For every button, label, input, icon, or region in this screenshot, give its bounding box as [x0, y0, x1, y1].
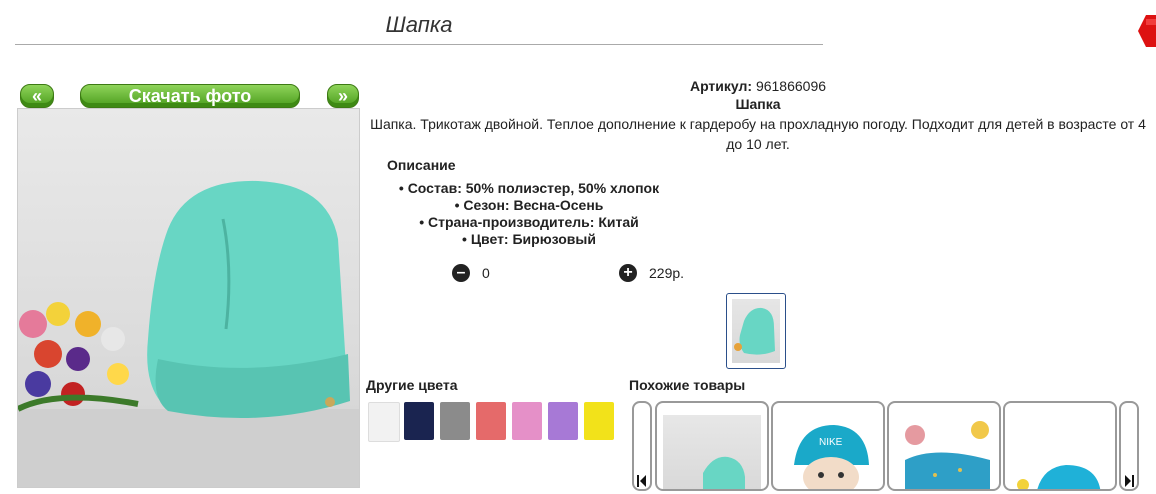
color-swatch[interactable] — [440, 402, 470, 440]
chevron-left-icon — [637, 475, 646, 487]
download-photo-button[interactable]: Скачать фото — [80, 84, 300, 108]
close-icon[interactable] — [1138, 15, 1156, 47]
minus-circle-icon[interactable]: – — [452, 264, 470, 282]
product-photo[interactable] — [17, 108, 360, 488]
quantity-value: 0 — [482, 265, 490, 281]
svg-text:NIKE: NIKE — [819, 437, 843, 448]
color-swatch[interactable] — [404, 402, 434, 440]
product-name: Шапка — [735, 96, 781, 112]
price-control: + 229р. — [619, 264, 684, 282]
color-swatch[interactable] — [368, 402, 400, 442]
property-item: • Состав: 50% полиэстер, 50% хлопок — [398, 180, 660, 196]
other-colors-heading: Другие цвета — [366, 377, 458, 393]
similar-product-card[interactable] — [655, 401, 769, 491]
properties-list: • Состав: 50% полиэстер, 50% хлопок • Се… — [364, 180, 694, 248]
page-title: Шапка — [15, 12, 823, 45]
prev-photo-button[interactable]: « — [20, 84, 54, 108]
color-swatch[interactable] — [512, 402, 542, 440]
similar-product-card[interactable] — [887, 401, 1001, 491]
carousel-next-button[interactable] — [1119, 401, 1139, 491]
product-description: Шапка. Трикотаж двойной. Теплое дополнен… — [370, 116, 1146, 152]
article-label: Артикул: — [689, 78, 753, 94]
color-swatch[interactable] — [584, 402, 614, 440]
article-value: 961866096 — [755, 78, 827, 94]
similar-product-card[interactable]: NIKE — [771, 401, 885, 491]
property-item: • Цвет: Бирюзовый — [462, 231, 596, 247]
similar-product-card[interactable] — [1003, 401, 1117, 491]
quantity-control: – 0 — [452, 264, 490, 282]
color-swatch[interactable] — [548, 402, 578, 440]
color-swatch[interactable] — [476, 402, 506, 440]
similar-products-heading: Похожие товары — [629, 377, 746, 393]
carousel-prev-button[interactable] — [632, 401, 652, 491]
description-heading: Описание — [387, 157, 456, 173]
hat-image — [18, 180, 359, 487]
next-photo-button[interactable]: » — [327, 84, 359, 108]
chevron-right-icon — [1125, 475, 1134, 487]
property-item: • Страна-производитель: Китай — [419, 214, 639, 230]
plus-circle-icon[interactable]: + — [619, 264, 637, 282]
property-item: • Сезон: Весна-Осень — [454, 197, 604, 213]
price-value: 229р. — [649, 265, 685, 281]
photo-thumbnail[interactable] — [726, 293, 786, 369]
